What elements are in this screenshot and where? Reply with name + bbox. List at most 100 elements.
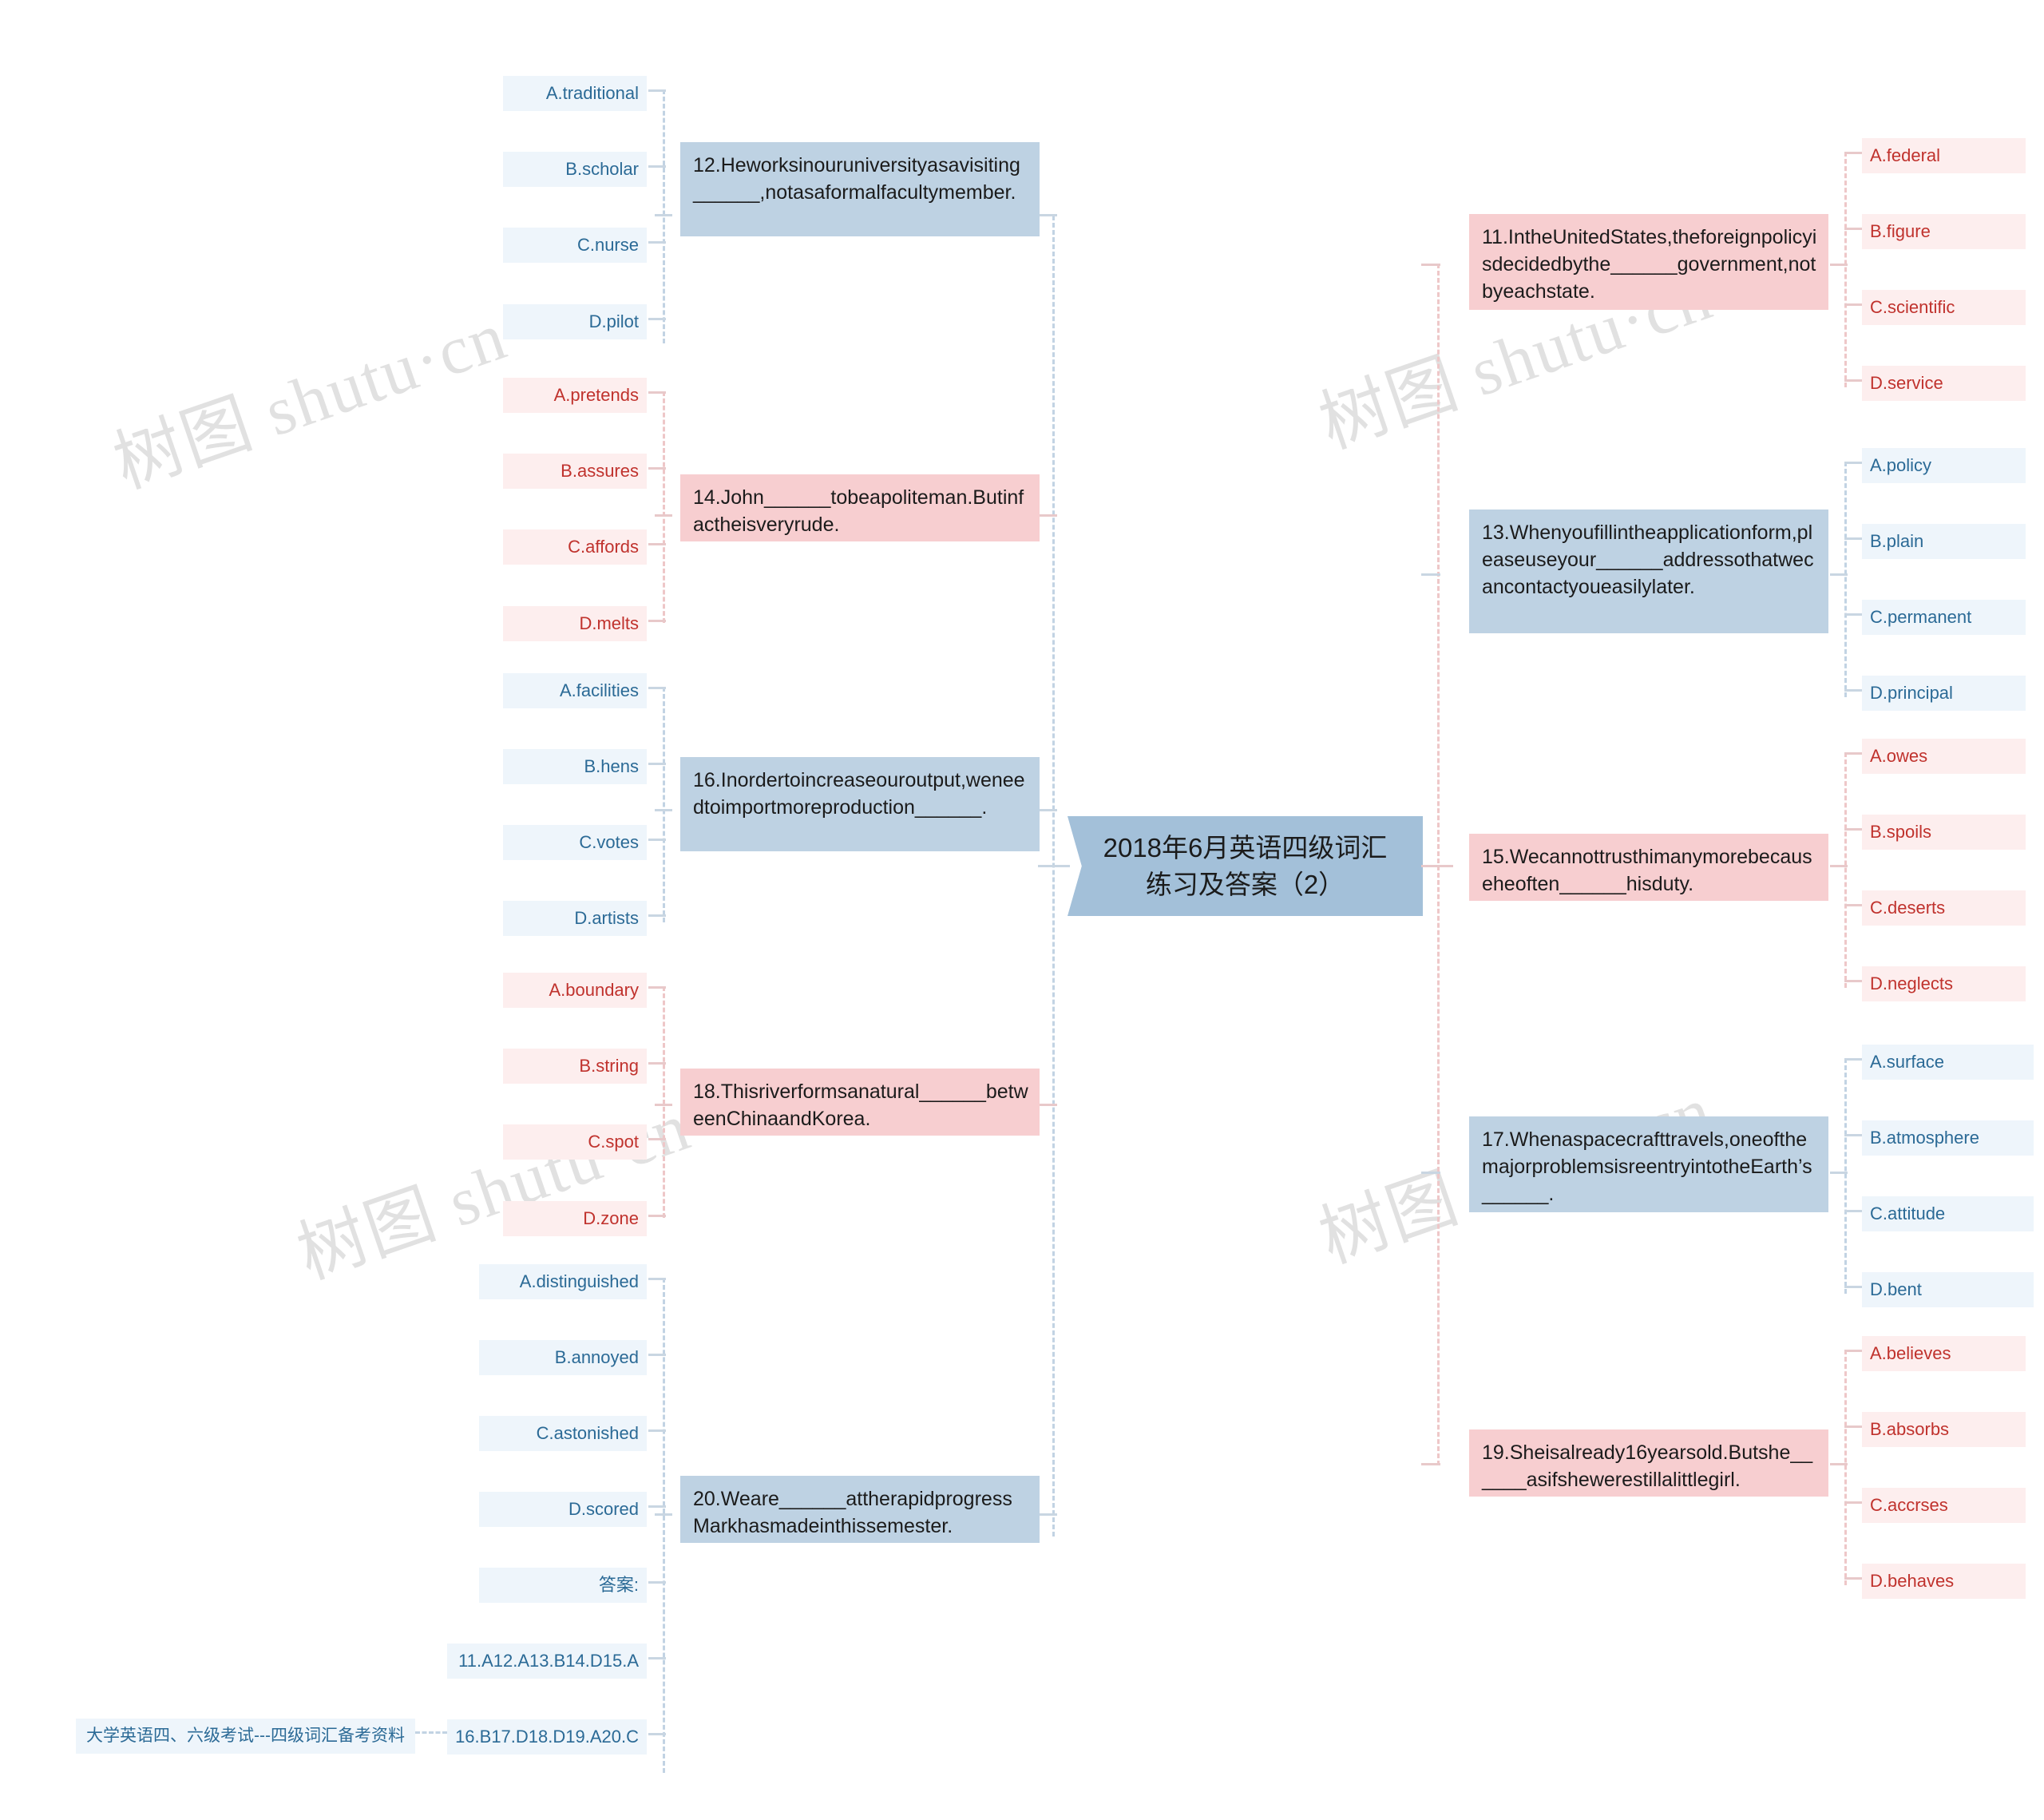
option-chip[interactable]: B.annoyed	[479, 1340, 647, 1375]
option-label: A.owes	[1870, 746, 1928, 766]
option-chip[interactable]: B.assures	[503, 454, 647, 489]
option-chip[interactable]: C.accrses	[1862, 1488, 2026, 1523]
answers-line-chip[interactable]: 11.A12.A13.B14.D15.A	[447, 1644, 647, 1679]
option-label: D.pilot	[588, 311, 639, 331]
option-chip[interactable]: B.spoils	[1862, 815, 2026, 850]
option-label: B.string	[579, 1056, 639, 1076]
option-chip[interactable]: D.bent	[1862, 1272, 2034, 1307]
connector-q20	[1038, 1513, 1057, 1516]
question-box-q13[interactable]: 13.Whenyoufillintheapplicationform,pleas…	[1469, 510, 1828, 633]
option-label: D.melts	[579, 613, 639, 633]
option-chip[interactable]: A.owes	[1862, 739, 2026, 774]
option-chip[interactable]: D.artists	[503, 901, 647, 936]
central-topic-node[interactable]: 2018年6月英语四级词汇练习及答案（2）	[1068, 816, 1423, 916]
connector-opt	[648, 839, 666, 841]
question-box-q18[interactable]: 18.Thisriverformsanatural______betweenCh…	[680, 1069, 1040, 1136]
option-chip[interactable]: A.pretends	[503, 378, 647, 413]
connector-opt	[648, 1429, 666, 1432]
option-label: C.affords	[568, 537, 639, 557]
option-chip[interactable]: B.hens	[503, 749, 647, 784]
connector-q18-options	[655, 1104, 672, 1106]
connector-opt	[648, 986, 666, 989]
connector-opt	[1844, 1210, 1862, 1212]
connector-opt	[648, 1657, 666, 1659]
option-chip[interactable]: B.scholar	[503, 152, 647, 187]
option-chip[interactable]: B.figure	[1862, 214, 2026, 249]
option-chip[interactable]: D.melts	[503, 606, 647, 641]
root-topic-chip[interactable]: 大学英语四、六级考试---四级词汇备考资料	[76, 1719, 415, 1754]
option-label: B.atmosphere	[1870, 1128, 1979, 1148]
options-spine-q12	[663, 89, 665, 343]
connector-opt	[1844, 1058, 1862, 1061]
option-chip[interactable]: D.scored	[479, 1492, 647, 1527]
question-box-q16[interactable]: 16.Inordertoincreaseouroutput,weneedtoim…	[680, 757, 1040, 851]
question-text: 13.Whenyoufillintheapplicationform,pleas…	[1482, 521, 1814, 598]
option-label: D.neglects	[1870, 973, 1953, 993]
question-box-q17[interactable]: 17.Whenaspacecrafttravels,oneofthemajorp…	[1469, 1116, 1828, 1212]
option-chip[interactable]: A.policy	[1862, 448, 2026, 483]
option-label: B.absorbs	[1870, 1419, 1950, 1439]
connector-q17	[1421, 1172, 1440, 1174]
option-chip[interactable]: A.federal	[1862, 138, 2026, 173]
connector-opt	[1844, 152, 1862, 154]
question-box-q11[interactable]: 11.IntheUnitedStates,theforeignpolicyisd…	[1469, 214, 1828, 310]
option-chip[interactable]: B.string	[503, 1049, 647, 1084]
connector-opt	[1844, 613, 1862, 616]
answers-heading-chip[interactable]: 答案:	[479, 1568, 647, 1603]
question-box-q20[interactable]: 20.Weare______attherapidprogressMarkhasm…	[680, 1476, 1040, 1543]
option-chip[interactable]: D.zone	[503, 1201, 647, 1236]
connector-opt	[1844, 303, 1862, 306]
option-chip[interactable]: C.scientific	[1862, 290, 2026, 325]
option-chip[interactable]: A.believes	[1862, 1336, 2026, 1371]
connector-opt	[648, 763, 666, 765]
answers-line-chip[interactable]: 16.B17.D18.D19.A20.C	[447, 1719, 647, 1755]
connector-opt	[648, 467, 666, 470]
option-chip[interactable]: C.astonished	[479, 1416, 647, 1451]
option-label: C.scientific	[1870, 297, 1955, 317]
question-box-q19[interactable]: 19.Sheisalready16yearsold.Butshe______as…	[1469, 1429, 1828, 1497]
question-box-q12[interactable]: 12.Heworksinouruniversityasavisiting____…	[680, 142, 1040, 236]
connector-opt	[1844, 980, 1862, 982]
connector-opt	[648, 1062, 666, 1065]
option-chip[interactable]: D.principal	[1862, 676, 2026, 711]
connector-q13-options	[1830, 573, 1848, 576]
option-chip[interactable]: D.pilot	[503, 304, 647, 339]
option-chip[interactable]: C.affords	[503, 529, 647, 565]
option-chip[interactable]: C.nurse	[503, 228, 647, 263]
option-chip[interactable]: A.distinguished	[479, 1264, 647, 1299]
option-chip[interactable]: A.facilities	[503, 673, 647, 708]
question-text: 18.Thisriverformsanatural______betweenCh…	[693, 1081, 1028, 1130]
option-label: D.artists	[574, 908, 639, 928]
option-chip[interactable]: B.absorbs	[1862, 1412, 2026, 1447]
question-box-q15[interactable]: 15.Wecannottrusthimanymorebecauseheoften…	[1469, 834, 1828, 901]
option-label: C.spot	[588, 1132, 639, 1152]
option-chip[interactable]: C.permanent	[1862, 600, 2026, 635]
option-label: C.permanent	[1870, 607, 1972, 627]
answers-heading-label: 答案:	[598, 1575, 639, 1595]
connector-opt	[1844, 1134, 1862, 1136]
option-chip[interactable]: B.atmosphere	[1862, 1120, 2034, 1156]
option-chip[interactable]: D.service	[1862, 366, 2026, 401]
connector-q16	[1038, 809, 1057, 811]
option-chip[interactable]: C.attitude	[1862, 1196, 2034, 1231]
option-chip[interactable]: A.surface	[1862, 1045, 2034, 1080]
option-chip[interactable]: C.deserts	[1862, 890, 2026, 926]
option-chip[interactable]: D.neglects	[1862, 966, 2026, 1001]
option-chip[interactable]: A.traditional	[503, 76, 647, 111]
options-spine-q16	[663, 687, 665, 922]
option-chip[interactable]: C.votes	[503, 825, 647, 860]
options-spine-q14	[663, 391, 665, 623]
option-chip[interactable]: D.behaves	[1862, 1564, 2026, 1599]
option-label: A.boundary	[549, 980, 639, 1000]
connector-q11	[1421, 264, 1440, 266]
connector-opt	[648, 1215, 666, 1217]
connector-q19-options	[1830, 1463, 1848, 1465]
left-spine	[1052, 216, 1055, 1536]
option-chip[interactable]: C.spot	[503, 1124, 647, 1160]
connector-opt	[1844, 1577, 1862, 1580]
option-chip[interactable]: B.plain	[1862, 524, 2026, 559]
question-box-q14[interactable]: 14.John______tobeapoliteman.Butinfacthei…	[680, 474, 1040, 541]
option-label: D.behaves	[1870, 1571, 1955, 1591]
connector-q14-options	[655, 514, 672, 517]
option-chip[interactable]: A.boundary	[503, 973, 647, 1008]
